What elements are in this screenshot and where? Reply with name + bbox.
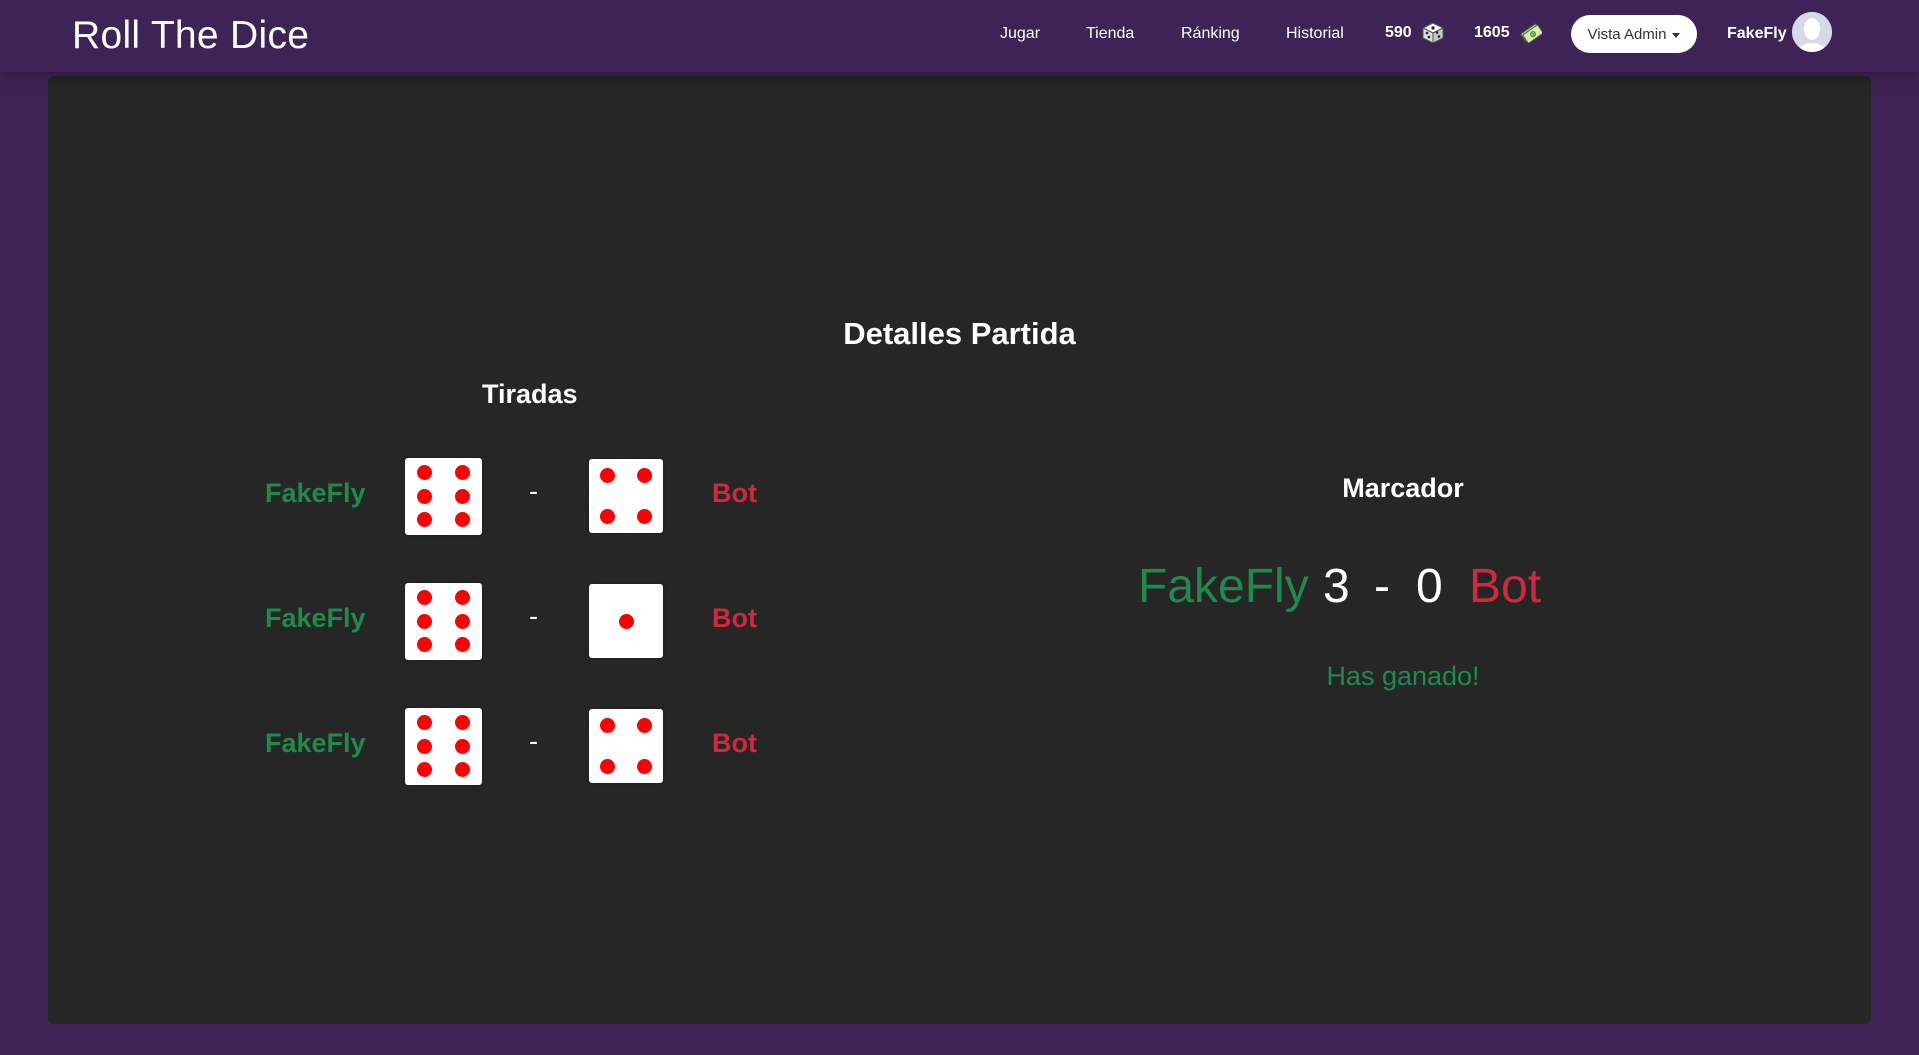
die-pip	[416, 465, 432, 481]
die-pip	[637, 759, 652, 775]
scoreboard: FakeFly 3 - 0 Bot	[1128, 559, 1678, 629]
username[interactable]: FakeFly	[1727, 25, 1787, 43]
die-pip	[637, 509, 652, 525]
rolls-title: Tiradas	[482, 379, 578, 409]
die-pip	[637, 467, 652, 483]
die-pip	[455, 613, 471, 629]
die-pip	[600, 759, 615, 775]
brand-title[interactable]: Roll The Dice	[72, 14, 309, 58]
roll-row: FakeFly - Bot	[48, 581, 948, 661]
match-details-panel: Detalles Partida Tiradas FakeFly - Bot Fake…	[48, 76, 1871, 1024]
die-pip	[637, 717, 652, 733]
die-pip	[416, 715, 432, 731]
money-icon	[1520, 22, 1543, 44]
die-pip	[455, 465, 471, 481]
die-pip	[416, 488, 432, 504]
die-pip	[416, 738, 432, 754]
nav-link-historial[interactable]: Historial	[1286, 25, 1344, 43]
player-die	[405, 707, 482, 785]
dice-icon	[1421, 22, 1444, 44]
die-pip	[455, 738, 471, 754]
roll-player-name: FakeFly	[265, 728, 366, 758]
die-pip	[455, 761, 471, 777]
player-die	[405, 582, 482, 660]
score-opponent-value: 0	[1416, 560, 1443, 613]
opponent-die	[589, 709, 663, 783]
roll-opponent-name: Bot	[712, 603, 757, 633]
match-result: Has ganado!	[1326, 661, 1480, 691]
die-pip	[416, 590, 432, 606]
opponent-die	[589, 584, 663, 658]
die-pip	[455, 511, 471, 527]
user-avatar-icon[interactable]	[1792, 12, 1832, 52]
roll-separator: -	[529, 726, 538, 756]
roll-separator: -	[529, 601, 538, 631]
die-pip	[600, 509, 615, 525]
dice-count: 590	[1385, 24, 1412, 41]
die-pip	[618, 613, 634, 629]
nav-link-tienda[interactable]: Tienda	[1086, 25, 1134, 43]
roll-row: FakeFly - Bot	[48, 456, 948, 536]
score-separator: -	[1374, 560, 1390, 613]
die-pip	[416, 511, 432, 527]
die-pip	[600, 467, 615, 483]
nav-link-ranking[interactable]: Ránking	[1181, 25, 1240, 43]
roll-player-name: FakeFly	[265, 603, 366, 633]
score-player-name: FakeFly	[1138, 560, 1309, 613]
roll-opponent-name: Bot	[712, 478, 757, 508]
die-pip	[416, 613, 432, 629]
roll-separator: -	[529, 476, 538, 506]
die-pip	[455, 636, 471, 652]
chevron-down-icon	[1672, 32, 1681, 38]
die-pip	[455, 488, 471, 504]
opponent-die	[589, 459, 663, 533]
die-pip	[455, 590, 471, 606]
dice-counter: 590	[1385, 22, 1444, 44]
money-count: 1605	[1474, 24, 1510, 41]
admin-view-label: Vista Admin	[1587, 25, 1667, 43]
score-opponent-name: Bot	[1469, 560, 1542, 613]
scoreboard-title: Marcador	[1342, 473, 1464, 503]
die-pip	[416, 636, 432, 652]
die-pip	[600, 717, 615, 733]
navbar: Roll The Dice Jugar Tienda Ránking Histo…	[0, 0, 1919, 72]
page-title: Detalles Partida	[843, 316, 1076, 351]
roll-opponent-name: Bot	[712, 728, 757, 758]
admin-view-dropdown[interactable]: Vista Admin	[1571, 15, 1697, 53]
player-die	[405, 457, 482, 535]
money-counter: 1605	[1474, 22, 1543, 44]
roll-player-name: FakeFly	[265, 478, 366, 508]
roll-row: FakeFly - Bot	[48, 706, 948, 786]
die-pip	[416, 761, 432, 777]
nav-link-jugar[interactable]: Jugar	[1000, 25, 1040, 43]
die-pip	[455, 715, 471, 731]
score-player-value: 3	[1323, 560, 1350, 613]
